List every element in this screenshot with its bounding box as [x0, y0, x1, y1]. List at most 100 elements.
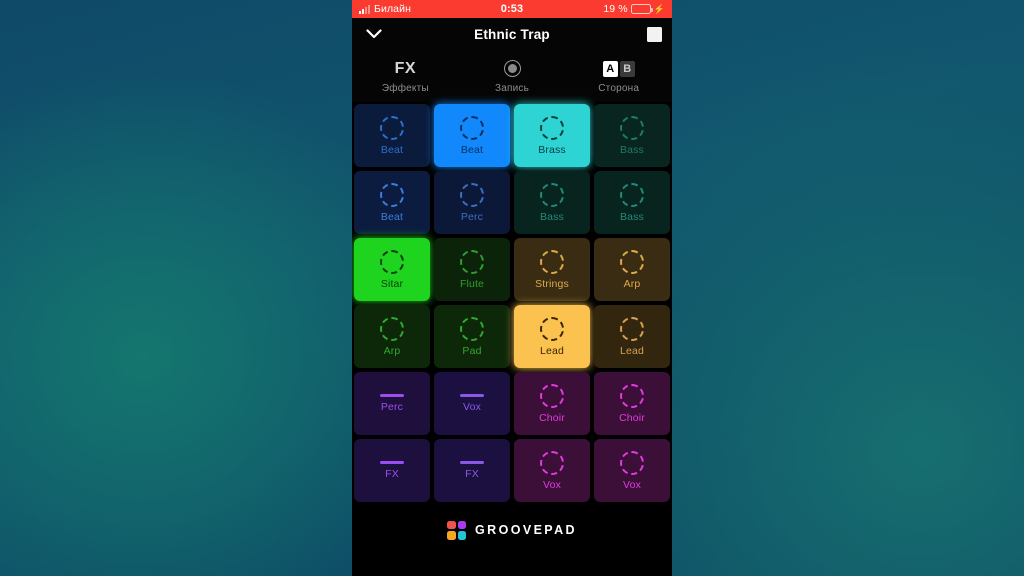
loop-ring-icon	[460, 115, 484, 140]
pad-beat-0[interactable]: Beat	[354, 104, 430, 167]
pad-label: FX	[385, 468, 399, 481]
fx-button[interactable]: FX Эффекты	[352, 50, 459, 102]
pad-label: Lead	[540, 344, 564, 357]
pad-label: Perc	[380, 401, 404, 414]
pad-arp-11[interactable]: Arp	[594, 238, 670, 301]
pad-choir-18[interactable]: Choir	[514, 372, 590, 435]
fx-icon: FX	[394, 59, 417, 77]
loop-ring-icon	[380, 316, 404, 341]
loop-ring-icon	[620, 383, 644, 408]
pad-label: Perc	[460, 210, 484, 223]
loop-ring-icon	[620, 115, 644, 140]
pad-grid: Beat Beat Brass Bass Beat Perc Bass Bass Sitar Fl…	[352, 102, 672, 502]
phone-screen: Билайн 0:53 19 % ⚡ Ethnic Trap FX Эффект…	[352, 0, 672, 576]
pad-label: Vox	[543, 478, 561, 491]
loop-ring-icon	[620, 316, 644, 341]
loop-ring-icon	[540, 316, 564, 341]
grovepad-logo-icon	[447, 520, 467, 540]
logo-tile-3	[447, 531, 456, 540]
pad-label: Bass	[540, 210, 564, 223]
pad-label: Bass	[620, 210, 644, 223]
pad-flute-9[interactable]: Flute	[434, 238, 510, 301]
pad-vox-17[interactable]: Vox	[434, 372, 510, 435]
pad-label: Arp	[623, 277, 641, 290]
pad-label: Sitar	[380, 277, 404, 290]
logo-tile-1	[447, 520, 456, 529]
pad-label: Bass	[620, 143, 644, 156]
loop-ring-icon	[380, 115, 404, 140]
pad-brass-2[interactable]: Brass	[514, 104, 590, 167]
loop-ring-icon	[380, 182, 404, 207]
pad-vox-22[interactable]: Vox	[514, 439, 590, 502]
chevron-down-icon[interactable]	[362, 22, 386, 46]
pad-label: Beat	[460, 143, 484, 156]
pad-label: Choir	[539, 411, 565, 424]
status-bar-right: 19 % ⚡	[603, 3, 665, 15]
loop-ring-icon	[620, 450, 644, 475]
fx-label: Эффекты	[381, 82, 429, 94]
side-option-b[interactable]: B	[619, 60, 635, 77]
pad-beat-4[interactable]: Beat	[354, 171, 430, 234]
logo-tile-4	[457, 531, 467, 540]
pad-pad-13[interactable]: Pad	[434, 305, 510, 368]
brand-footer: GROOVEPAD	[352, 502, 672, 558]
brand-name: GROOVEPAD	[475, 523, 577, 537]
record-circle-icon	[503, 59, 521, 79]
pad-bass-6[interactable]: Bass	[514, 171, 590, 234]
pad-label: Beat	[380, 143, 404, 156]
pad-label: Flute	[459, 277, 485, 290]
pad-strings-10[interactable]: Strings	[514, 238, 590, 301]
pad-lead-15[interactable]: Lead	[594, 305, 670, 368]
pad-bass-3[interactable]: Bass	[594, 104, 670, 167]
pad-label: Vox	[463, 401, 481, 414]
pad-beat-1[interactable]: Beat	[434, 104, 510, 167]
loop-ring-icon	[540, 383, 564, 408]
side-option-a[interactable]: A	[602, 60, 618, 77]
record-label: Запись	[495, 82, 530, 94]
loop-ring-icon	[380, 249, 404, 274]
pad-lead-14[interactable]: Lead	[514, 305, 590, 368]
battery-percent-label: 19 %	[603, 3, 628, 15]
charging-bolt-icon: ⚡	[653, 3, 665, 14]
pad-label: FX	[465, 468, 479, 481]
pad-label: Strings	[535, 277, 569, 290]
stop-square-icon[interactable]	[647, 26, 662, 42]
pad-label: Choir	[619, 411, 645, 424]
ab-toggle-icon: A B	[602, 59, 635, 79]
pad-fx-21[interactable]: FX	[434, 439, 510, 502]
pad-arp-12[interactable]: Arp	[354, 305, 430, 368]
pad-label: Beat	[380, 210, 404, 223]
pad-perc-16[interactable]: Perc	[354, 372, 430, 435]
pad-perc-5[interactable]: Perc	[434, 171, 510, 234]
loop-ring-icon	[460, 249, 484, 274]
dash-bar-icon	[380, 461, 404, 465]
loop-ring-icon	[540, 115, 564, 140]
loop-ring-icon	[540, 249, 564, 274]
battery-icon	[630, 4, 653, 14]
side-label: Сторона	[598, 82, 640, 94]
loop-ring-icon	[620, 182, 644, 207]
pad-choir-19[interactable]: Choir	[594, 372, 670, 435]
loop-ring-icon	[460, 316, 484, 341]
pad-sitar-8[interactable]: Sitar	[354, 238, 430, 301]
loop-ring-icon	[540, 450, 564, 475]
logo-tile-2	[457, 520, 467, 529]
pad-fx-20[interactable]: FX	[354, 439, 430, 502]
pad-bass-7[interactable]: Bass	[594, 171, 670, 234]
pad-label: Vox	[623, 478, 641, 491]
dash-bar-icon	[460, 461, 484, 465]
pad-label: Pad	[462, 344, 482, 357]
page-title: Ethnic Trap	[474, 26, 550, 42]
side-toggle-button[interactable]: A B Сторона	[565, 50, 672, 102]
loop-ring-icon	[620, 249, 644, 274]
top-toolbar: FX Эффекты Запись A B Сторона	[352, 50, 672, 102]
dash-bar-icon	[380, 394, 404, 398]
loop-ring-icon	[540, 182, 564, 207]
pad-vox-23[interactable]: Vox	[594, 439, 670, 502]
ios-status-bar: Билайн 0:53 19 % ⚡	[352, 0, 672, 18]
loop-ring-icon	[460, 182, 484, 207]
pad-label: Brass	[538, 143, 566, 156]
record-button[interactable]: Запись	[459, 50, 566, 102]
pad-label: Lead	[620, 344, 644, 357]
app-title-bar: Ethnic Trap	[352, 18, 672, 50]
